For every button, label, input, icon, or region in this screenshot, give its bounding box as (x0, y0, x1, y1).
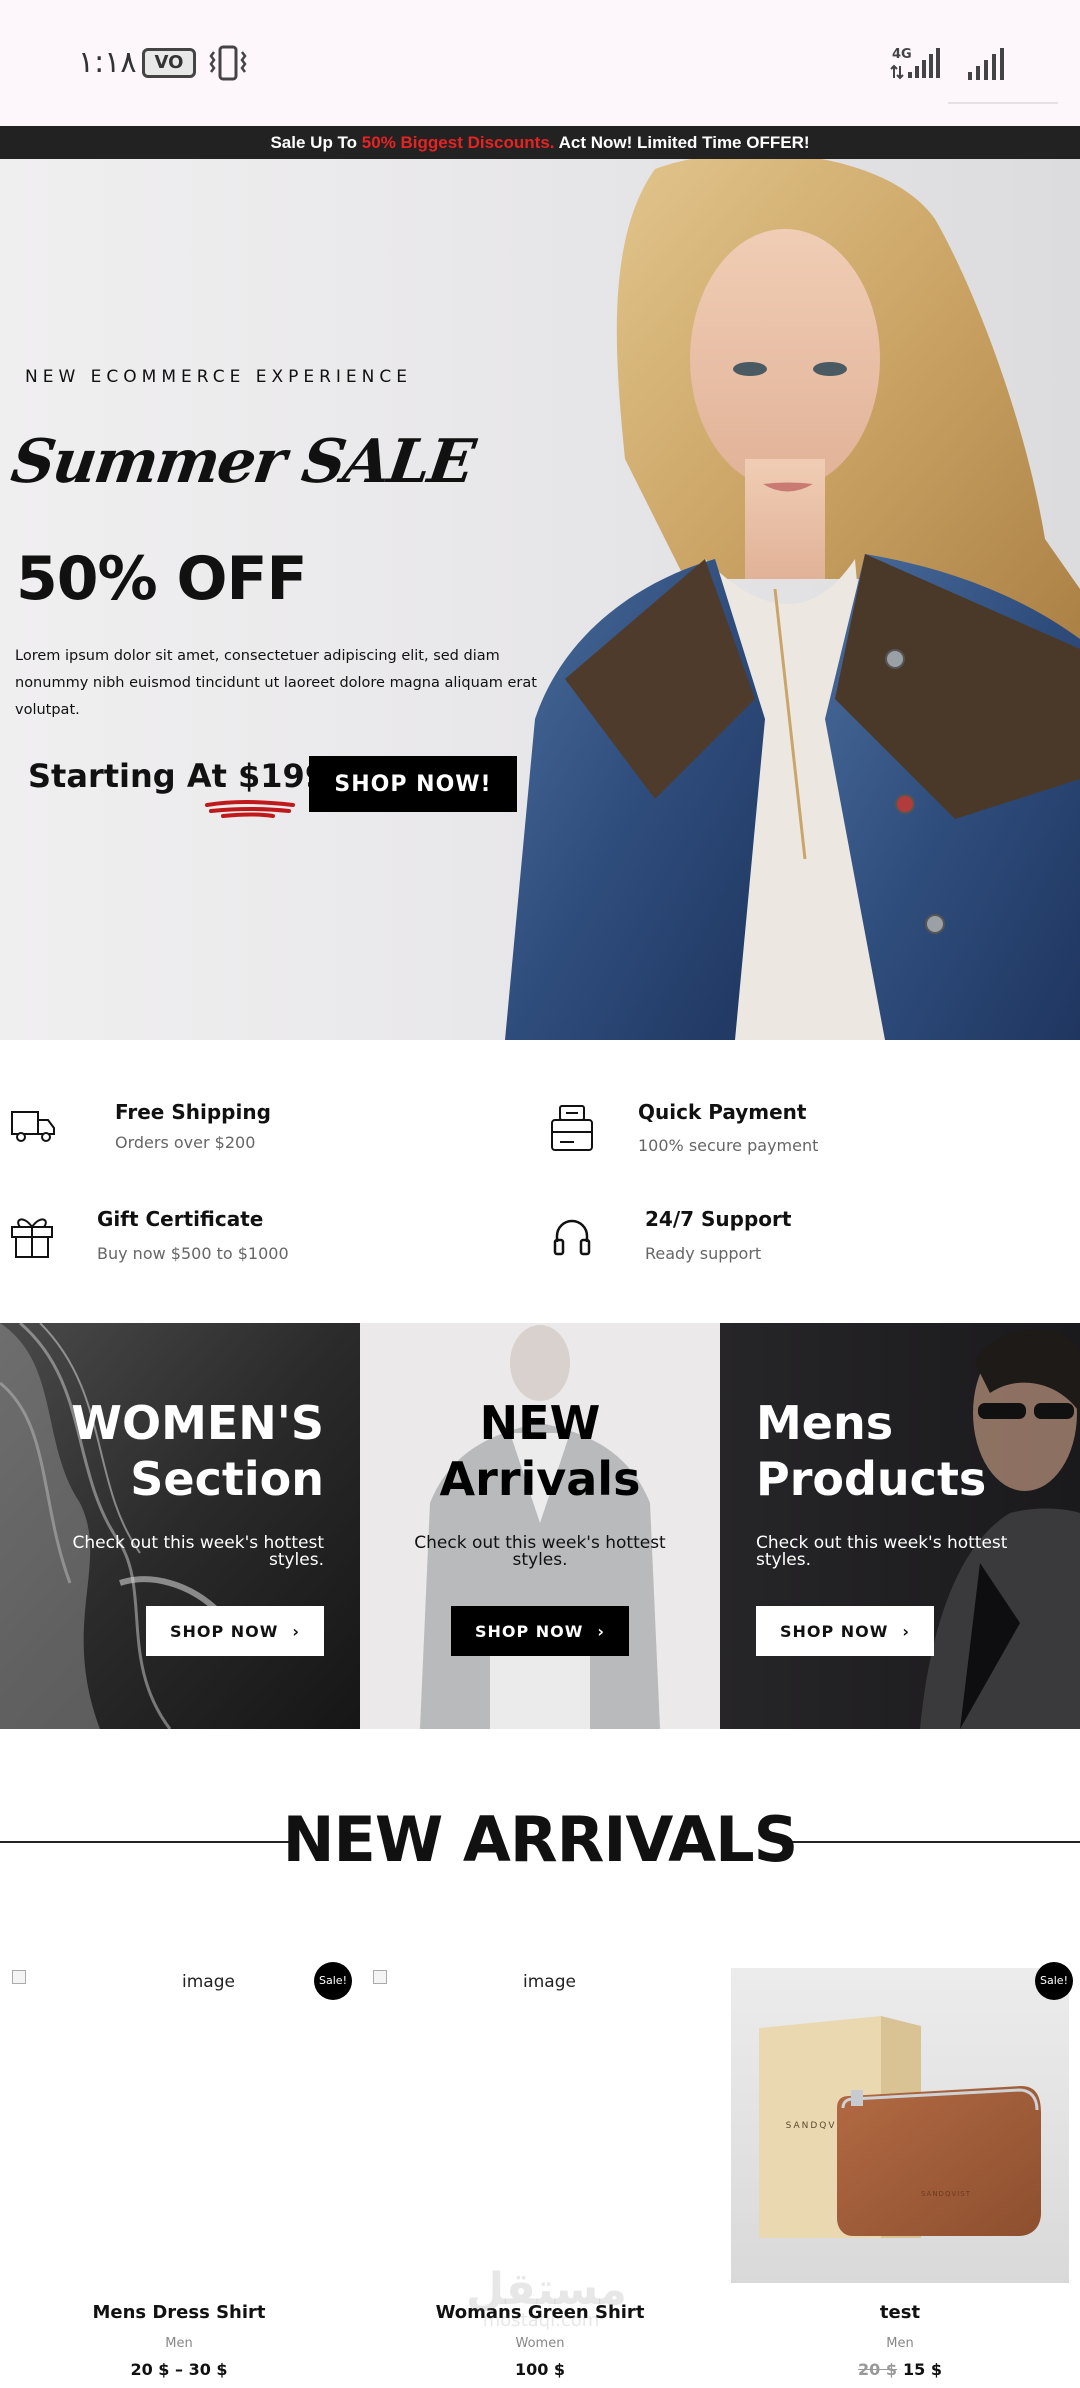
hero-eyebrow: NEW ECOMMERCE EXPERIENCE (25, 367, 412, 387)
mens-shop-now-label: SHOP NOW (779, 1622, 889, 1641)
category-new-arrivals-text: Check out this week's hottest styles. (414, 1533, 666, 1570)
category-women-title-line1: WOMEN'S (71, 1396, 324, 1450)
headphones-icon (553, 1219, 591, 1256)
price-underline-stroke (205, 800, 295, 818)
category-new-title-line1: NEW (479, 1396, 601, 1450)
status-time: ١:١٨ (78, 45, 137, 80)
product-image-wallet[interactable]: SANDQVIST SANDQVIST (731, 1968, 1069, 2283)
category-women-text: Check out this week's hottest styles. (72, 1533, 324, 1570)
product-category[interactable]: Men (10, 2336, 348, 2351)
feature-subtitle-gift: Buy now $500 to $1000 (97, 1244, 289, 1263)
new-arrivals-shop-now-label: SHOP NOW (474, 1622, 584, 1641)
new-arrivals-heading: NEW ARRIVALS (282, 1803, 799, 1876)
feature-subtitle-payment: 100% secure payment (638, 1136, 819, 1155)
watermark-latin: mostaql.com (482, 2310, 600, 2331)
payment-terminal-icon (551, 1105, 593, 1151)
network-4g-icon: 4G (890, 47, 940, 80)
chevron-right-icon: › (902, 1622, 911, 1641)
feature-title-support: 24/7 Support (645, 1207, 792, 1231)
product-image-placeholder[interactable]: image (371, 1968, 709, 2283)
gift-icon (11, 1218, 53, 1258)
header-divider (948, 102, 1058, 104)
truck-icon (11, 1111, 55, 1142)
category-new-arrivals-image (360, 1323, 720, 1729)
signal-icon (968, 48, 1004, 80)
svg-text:SANDQVIST: SANDQVIST (921, 2190, 971, 2198)
chevron-right-icon: › (597, 1622, 606, 1641)
feature-title-shipping: Free Shipping (115, 1100, 271, 1124)
product-old-price: 20 $ (858, 2360, 897, 2379)
product-category[interactable]: Women (371, 2336, 709, 2351)
hero-script-title: Summer SALE (7, 427, 478, 497)
promo-prefix: Sale Up To (270, 133, 362, 152)
hero-model-image (505, 159, 1080, 1040)
product-current-price: 15 $ (903, 2360, 942, 2379)
new-arrivals-shop-now-button[interactable]: SHOP NOW › (451, 1606, 629, 1656)
women-shop-now-button[interactable]: SHOP NOW › (146, 1606, 324, 1656)
chevron-right-icon: › (292, 1622, 301, 1641)
mens-shop-now-button[interactable]: SHOP NOW › (756, 1606, 934, 1656)
category-women-title: WOMEN'S Section (71, 1395, 324, 1507)
feature-title-payment: Quick Payment (638, 1100, 807, 1124)
hero-body-text: Lorem ipsum dolor sit amet, consectetuer… (15, 648, 537, 718)
status-bar: ١:١٨ VO 4G (0, 0, 1080, 126)
hero-starting-price: Starting At $199 (28, 757, 327, 795)
hero-headline: 50% OFF (16, 544, 307, 614)
vo-indicator: VO (142, 48, 196, 78)
promo-bar: Sale Up To 50% Biggest Discounts. Act No… (0, 126, 1080, 159)
category-new-arrivals-title: NEW Arrivals (360, 1395, 720, 1507)
network-label: 4G (892, 47, 912, 62)
starting-label: Starting At (28, 757, 239, 795)
product-price: 20 $ 15 $ (731, 2360, 1069, 2379)
category-banners: WOMEN'S Section Check out this week's ho… (0, 1323, 1080, 1729)
category-mens-text: Check out this week's hottest styles. (756, 1533, 1008, 1570)
product-name[interactable]: test (731, 2302, 1069, 2323)
product-image-alt: image (523, 1972, 576, 1992)
category-mens-title: Mens Products (756, 1395, 986, 1507)
hero-banner: NEW ECOMMERCE EXPERIENCE Summer SALE 50%… (0, 159, 1080, 1040)
product-category[interactable]: Men (731, 2336, 1069, 2351)
feature-title-gift: Gift Certificate (97, 1207, 264, 1231)
category-women-image (0, 1323, 360, 1729)
broken-image-icon (373, 1970, 387, 1984)
feature-subtitle-shipping: Orders over $200 (115, 1133, 256, 1152)
category-mens-title-line2: Products (756, 1452, 987, 1506)
product-current-price: 100 $ (514, 2360, 566, 2379)
product-image-placeholder[interactable]: image (10, 1968, 348, 2283)
hero-shop-now-button[interactable]: SHOP NOW! (309, 756, 517, 812)
watermark: مستقل mostaql.com (466, 2264, 627, 2331)
vibrate-icon (209, 45, 247, 81)
sale-badge: Sale! (314, 1962, 352, 2000)
product-current-price: 20 $ – 30 $ (130, 2360, 228, 2379)
category-mens-image (720, 1323, 1080, 1729)
watermark-arabic: مستقل (466, 2264, 627, 2315)
sale-badge: Sale! (1035, 1962, 1073, 2000)
category-women-title-line2: Section (130, 1452, 324, 1506)
category-mens-title-line1: Mens (756, 1396, 894, 1450)
feature-subtitle-support: Ready support (645, 1244, 762, 1263)
category-card-new-arrivals[interactable]: NEW Arrivals Check out this week's hotte… (360, 1323, 720, 1729)
broken-image-icon (12, 1970, 26, 1984)
women-shop-now-label: SHOP NOW (169, 1622, 279, 1641)
category-card-women[interactable]: WOMEN'S Section Check out this week's ho… (0, 1323, 360, 1729)
promo-highlight: 50% Biggest Discounts. (361, 133, 555, 152)
category-new-title-line2: Arrivals (439, 1452, 641, 1506)
product-name[interactable]: Mens Dress Shirt (10, 2302, 348, 2323)
product-price: 100 $ (371, 2360, 709, 2379)
product-image-alt: image (182, 1972, 235, 1992)
category-card-mens[interactable]: Mens Products Check out this week's hott… (720, 1323, 1080, 1729)
product-price: 20 $ – 30 $ (10, 2360, 348, 2379)
promo-suffix: Act Now! Limited Time OFFER! (554, 133, 810, 152)
